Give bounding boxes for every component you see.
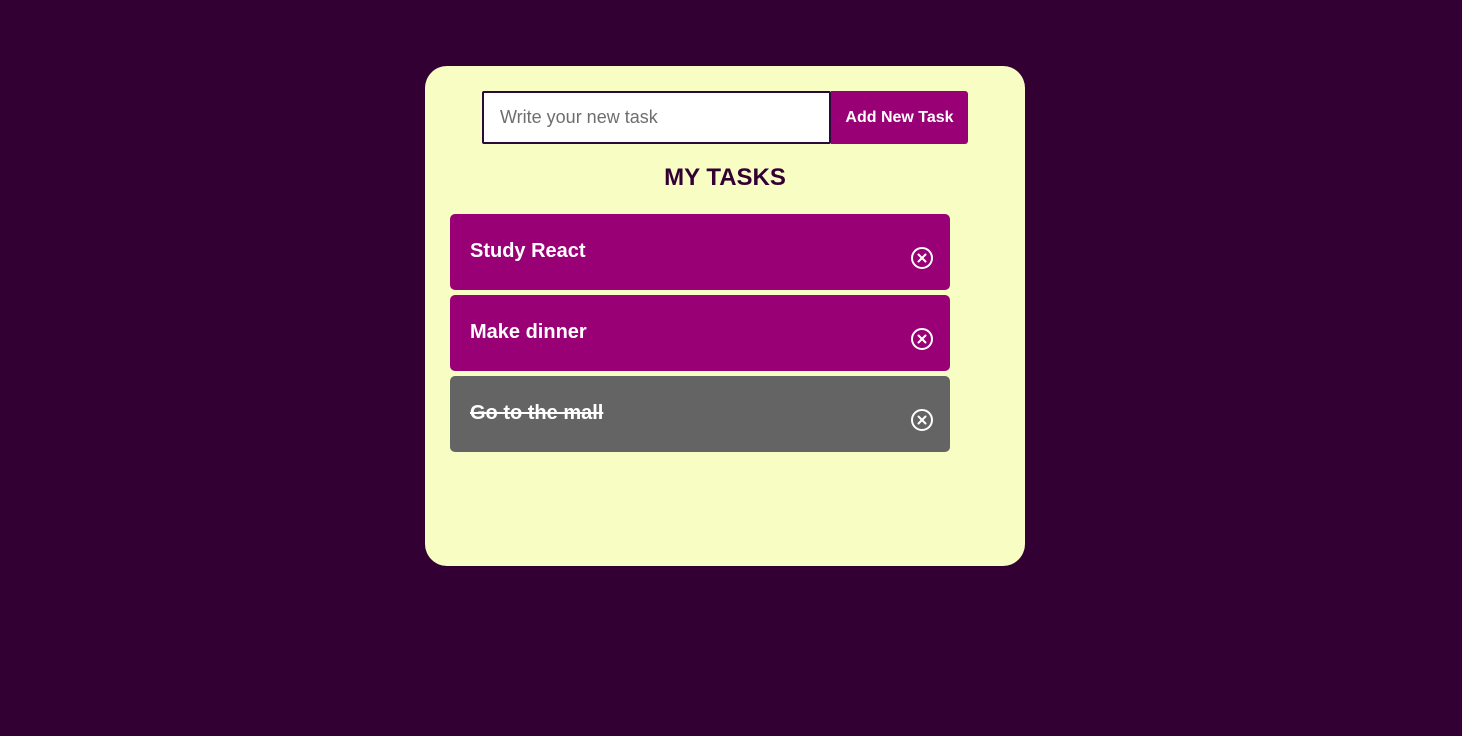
add-new-task-button[interactable]: Add New Task <box>831 91 968 144</box>
task-item[interactable]: Make dinner <box>450 295 950 371</box>
todo-card: Add New Task MY TASKS Study React Make d… <box>425 66 1025 566</box>
task-text: Make dinner <box>470 321 587 343</box>
new-task-input[interactable] <box>482 91 831 144</box>
delete-task-button[interactable] <box>910 246 934 270</box>
circle-x-icon <box>911 328 933 350</box>
task-list: Study React Make dinner Go to the mall <box>450 214 950 457</box>
delete-task-button[interactable] <box>910 327 934 351</box>
task-item-completed[interactable]: Go to the mall <box>450 376 950 452</box>
delete-task-button[interactable] <box>910 408 934 432</box>
task-item[interactable]: Study React <box>450 214 950 290</box>
task-text: Study React <box>470 240 586 262</box>
new-task-form: Add New Task <box>482 91 968 144</box>
page-title: MY TASKS <box>664 164 786 191</box>
circle-x-icon <box>911 247 933 269</box>
task-text: Go to the mall <box>470 402 604 424</box>
circle-x-icon <box>911 409 933 431</box>
